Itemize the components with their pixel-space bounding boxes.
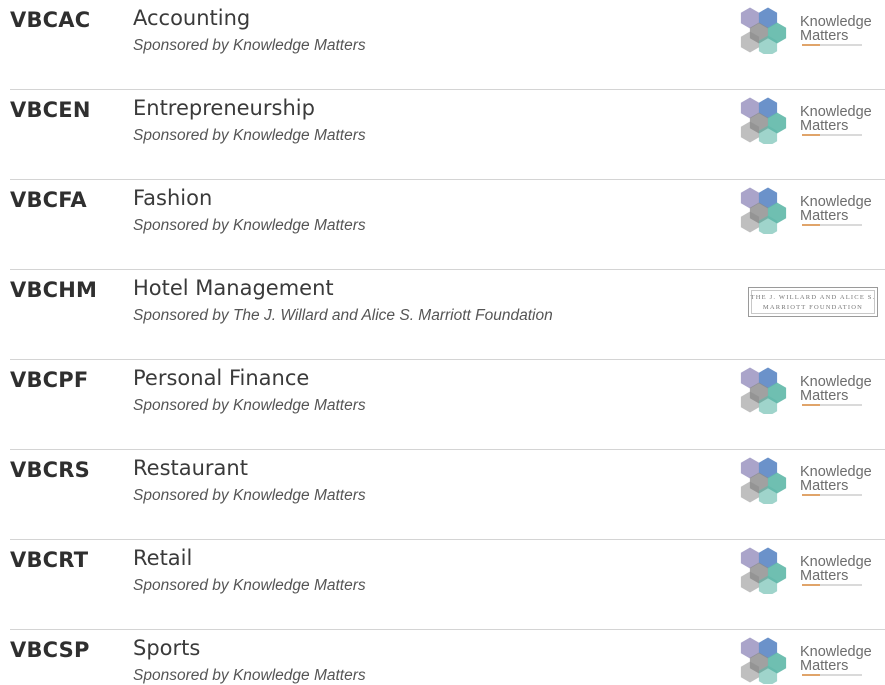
- event-row: VBCFA Fashion Sponsored by Knowledge Mat…: [0, 180, 885, 270]
- event-sponsor: Sponsored by Knowledge Matters: [133, 217, 366, 234]
- logo-tagline-bar: [802, 584, 862, 586]
- event-title: Personal Finance: [133, 366, 310, 390]
- event-sponsor: Sponsored by Knowledge Matters: [133, 487, 366, 504]
- logo-text-line2: Matters: [800, 28, 849, 44]
- event-sponsor: Sponsored by Knowledge Matters: [133, 37, 366, 54]
- logo-text-line2: Matters: [800, 208, 849, 224]
- hexagon-cluster-icon: [740, 187, 787, 234]
- event-title: Accounting: [133, 6, 251, 30]
- logo-tagline-bar: [802, 404, 862, 406]
- hexagon-cluster-icon: [740, 637, 787, 684]
- logo-text-line1: The J. Willard and Alice S.: [750, 294, 876, 301]
- event-title: Sports: [133, 636, 201, 660]
- logo-text-line2: Matters: [800, 568, 849, 584]
- event-row: VBCAC Accounting Sponsored by Knowledge …: [0, 0, 885, 90]
- logo-text-line2: Marriott Foundation: [762, 304, 864, 311]
- hexagon-cluster-icon: [740, 547, 787, 594]
- knowledge-matters-logo: Knowledge Matters: [738, 6, 884, 54]
- logo-tagline-bar: [802, 494, 862, 496]
- event-row: VBCHM Hotel Management Sponsored by The …: [0, 270, 885, 360]
- event-code: VBCHM: [10, 278, 98, 302]
- event-row: VBCPF Personal Finance Sponsored by Know…: [0, 360, 885, 450]
- event-title: Restaurant: [133, 456, 248, 480]
- knowledge-matters-logo: Knowledge Matters: [738, 96, 884, 144]
- logo-tagline-bar: [802, 134, 862, 136]
- knowledge-matters-logo: Knowledge Matters: [738, 456, 884, 504]
- event-code: VBCSP: [10, 638, 90, 662]
- logo-text-line2: Matters: [800, 478, 849, 494]
- knowledge-matters-logo: Knowledge Matters: [738, 186, 884, 234]
- event-sponsor: Sponsored by The J. Willard and Alice S.…: [133, 307, 553, 324]
- event-code: VBCRT: [10, 548, 89, 572]
- event-code: VBCFA: [10, 188, 87, 212]
- event-row: VBCRT Retail Sponsored by Knowledge Matt…: [0, 540, 885, 630]
- event-row: VBCSP Sports Sponsored by Knowledge Matt…: [0, 630, 885, 685]
- event-sponsor: Sponsored by Knowledge Matters: [133, 667, 366, 684]
- event-title: Hotel Management: [133, 276, 334, 300]
- hexagon-cluster-icon: [740, 97, 787, 144]
- hexagon-cluster-icon: [740, 7, 787, 54]
- event-row: VBCRS Restaurant Sponsored by Knowledge …: [0, 450, 885, 540]
- event-title: Fashion: [133, 186, 213, 210]
- logo-tagline-bar: [802, 44, 862, 46]
- knowledge-matters-logo: Knowledge Matters: [738, 366, 884, 414]
- event-row: VBCEN Entrepreneurship Sponsored by Know…: [0, 90, 885, 180]
- event-code: VBCPF: [10, 368, 89, 392]
- event-sponsor: Sponsored by Knowledge Matters: [133, 397, 366, 414]
- logo-text-line2: Matters: [800, 388, 849, 404]
- event-code: VBCEN: [10, 98, 91, 122]
- event-sponsor: Sponsored by Knowledge Matters: [133, 127, 366, 144]
- knowledge-matters-logo: Knowledge Matters: [738, 636, 884, 684]
- logo-text-line2: Matters: [800, 118, 849, 134]
- logo-tagline-bar: [802, 224, 862, 226]
- event-title: Entrepreneurship: [133, 96, 315, 120]
- hexagon-cluster-icon: [740, 457, 787, 504]
- knowledge-matters-logo: Knowledge Matters: [738, 546, 884, 594]
- event-code: VBCRS: [10, 458, 90, 482]
- logo-text-line2: Matters: [800, 658, 849, 674]
- marriott-foundation-logo: The J. Willard and Alice S. Marriott Fou…: [748, 287, 878, 317]
- hexagon-cluster-icon: [740, 367, 787, 414]
- event-code: VBCAC: [10, 8, 91, 32]
- event-sponsor: Sponsored by Knowledge Matters: [133, 577, 366, 594]
- event-title: Retail: [133, 546, 193, 570]
- event-list: VBCAC Accounting Sponsored by Knowledge …: [0, 0, 885, 685]
- logo-tagline-bar: [802, 674, 862, 676]
